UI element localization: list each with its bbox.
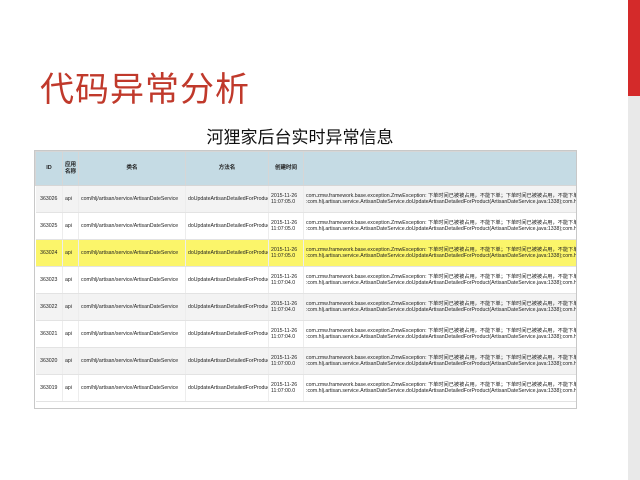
accent-bar-gray	[628, 96, 640, 480]
cell-class-name: com/hlj/artisan/service/ArtisanDateServi…	[78, 212, 186, 240]
cell-message: com.zmw.framework.base.exception.ZmwExce…	[303, 293, 577, 321]
cell-app-name: api	[62, 347, 79, 375]
message-line: :com.hlj.artisan.service.ArtisanDateServ…	[306, 226, 577, 232]
cell-create-time: 2015-11-26 11:07:05.0	[268, 185, 304, 213]
cell-app-name: api	[62, 239, 79, 267]
cell-class-name: com/hlj/artisan/service/ArtisanDateServi…	[78, 293, 186, 321]
cell-id: 363021	[35, 320, 63, 348]
cell-create-time: 2015-11-26 11:07:04.0	[268, 320, 304, 348]
cell-message: com.zmw.framework.base.exception.ZmwExce…	[303, 212, 577, 240]
cell-id: 363025	[35, 212, 63, 240]
message-line: :com.hlj.artisan.service.ArtisanDateServ…	[306, 280, 577, 286]
message-line: :com.hlj.artisan.service.ArtisanDateServ…	[306, 199, 577, 205]
cell-message: com.zmw.framework.base.exception.ZmwExce…	[303, 185, 577, 213]
cell-app-name: api	[62, 266, 79, 294]
table-row[interactable]: 363021 api com/hlj/artisan/service/Artisan…	[35, 320, 577, 348]
cell-id: 363022	[35, 293, 63, 321]
exception-table-screenshot: ID 应用名称 类名 方法名 创建时间 363026 api com/hlj/art…	[34, 150, 577, 409]
slide-title: 代码异常分析	[40, 70, 250, 110]
table-row[interactable]: 363020 api com/hlj/artisan/service/Artisan…	[35, 347, 577, 375]
cell-create-time: 2015-11-26 11:07:04.0	[268, 266, 304, 294]
cell-id: 363026	[35, 185, 63, 213]
table-row[interactable]: 363024 api com/hlj/artisan/service/Artisan…	[35, 239, 577, 267]
exception-table: ID 应用名称 类名 方法名 创建时间 363026 api com/hlj/art…	[35, 151, 577, 402]
cell-method-name: doUpdateArtisanDetailedForProduct	[185, 212, 269, 240]
cell-method-name: doUpdateArtisanDetailedForProduct	[185, 185, 269, 213]
header-method-name: 方法名	[185, 151, 269, 186]
cell-create-time: 2015-11-26 11:07:05.0	[268, 239, 304, 267]
cell-method-name: doUpdateArtisanDetailedForProduct	[185, 239, 269, 267]
cell-message: com.zmw.framework.base.exception.ZmwExce…	[303, 266, 577, 294]
cell-message: com.zmw.framework.base.exception.ZmwExce…	[303, 347, 577, 375]
message-line: :com.hlj.artisan.service.ArtisanDateServ…	[306, 334, 577, 340]
cell-method-name: doUpdateArtisanDetailedForProduct	[185, 347, 269, 375]
cell-class-name: com/hlj/artisan/service/ArtisanDateServi…	[78, 347, 186, 375]
cell-id: 363023	[35, 266, 63, 294]
table-row[interactable]: 363019 api com/hlj/artisan/service/Artisan…	[35, 374, 577, 402]
cell-method-name: doUpdateArtisanDetailedForProduct	[185, 374, 269, 402]
table-row[interactable]: 363026 api com/hlj/artisan/service/Artisan…	[35, 185, 577, 213]
cell-id: 363024	[35, 239, 63, 267]
cell-create-time: 2015-11-26 11:07:04.0	[268, 293, 304, 321]
message-line: :com.hlj.artisan.service.ArtisanDateServ…	[306, 253, 577, 259]
cell-class-name: com/hlj/artisan/service/ArtisanDateServi…	[78, 239, 186, 267]
cell-create-time: 2015-11-26 11:07:00.0	[268, 374, 304, 402]
cell-id: 363019	[35, 374, 63, 402]
header-create-time: 创建时间	[268, 151, 304, 186]
table-body: 363026 api com/hlj/artisan/service/Artisan…	[35, 185, 577, 402]
header-app-name: 应用名称	[62, 151, 79, 186]
cell-app-name: api	[62, 320, 79, 348]
table-header-row: ID 应用名称 类名 方法名 创建时间	[35, 151, 576, 186]
cell-class-name: com/hlj/artisan/service/ArtisanDateServi…	[78, 266, 186, 294]
cell-create-time: 2015-11-26 11:07:05.0	[268, 212, 304, 240]
cell-id: 363020	[35, 347, 63, 375]
cell-app-name: api	[62, 185, 79, 213]
message-line: :com.hlj.artisan.service.ArtisanDateServ…	[306, 307, 577, 313]
cell-app-name: api	[62, 293, 79, 321]
cell-message: com.zmw.framework.base.exception.ZmwExce…	[303, 320, 577, 348]
message-line: :com.hlj.artisan.service.ArtisanDateServ…	[306, 388, 577, 394]
header-message	[303, 151, 576, 186]
table-row[interactable]: 363022 api com/hlj/artisan/service/Artisan…	[35, 293, 577, 321]
message-line: :com.hlj.artisan.service.ArtisanDateServ…	[306, 361, 577, 367]
header-id: ID	[35, 151, 63, 186]
cell-message: com.zmw.framework.base.exception.ZmwExce…	[303, 239, 577, 267]
cell-class-name: com/hlj/artisan/service/ArtisanDateServi…	[78, 185, 186, 213]
header-class-name: 类名	[78, 151, 186, 186]
cell-class-name: com/hlj/artisan/service/ArtisanDateServi…	[78, 320, 186, 348]
table-title: 河狸家后台实时异常信息	[206, 128, 394, 148]
cell-create-time: 2015-11-26 11:07:00.0	[268, 347, 304, 375]
accent-bar-red	[628, 0, 640, 96]
table-row[interactable]: 363025 api com/hlj/artisan/service/Artisan…	[35, 212, 577, 240]
cell-app-name: api	[62, 374, 79, 402]
table-row[interactable]: 363023 api com/hlj/artisan/service/Artisan…	[35, 266, 577, 294]
cell-class-name: com/hlj/artisan/service/ArtisanDateServi…	[78, 374, 186, 402]
cell-method-name: doUpdateArtisanDetailedForProduct	[185, 293, 269, 321]
cell-method-name: doUpdateArtisanDetailedForProduct	[185, 266, 269, 294]
cell-message: com.zmw.framework.base.exception.ZmwExce…	[303, 374, 577, 402]
cell-method-name: doUpdateArtisanDetailedForProduct	[185, 320, 269, 348]
cell-app-name: api	[62, 212, 79, 240]
